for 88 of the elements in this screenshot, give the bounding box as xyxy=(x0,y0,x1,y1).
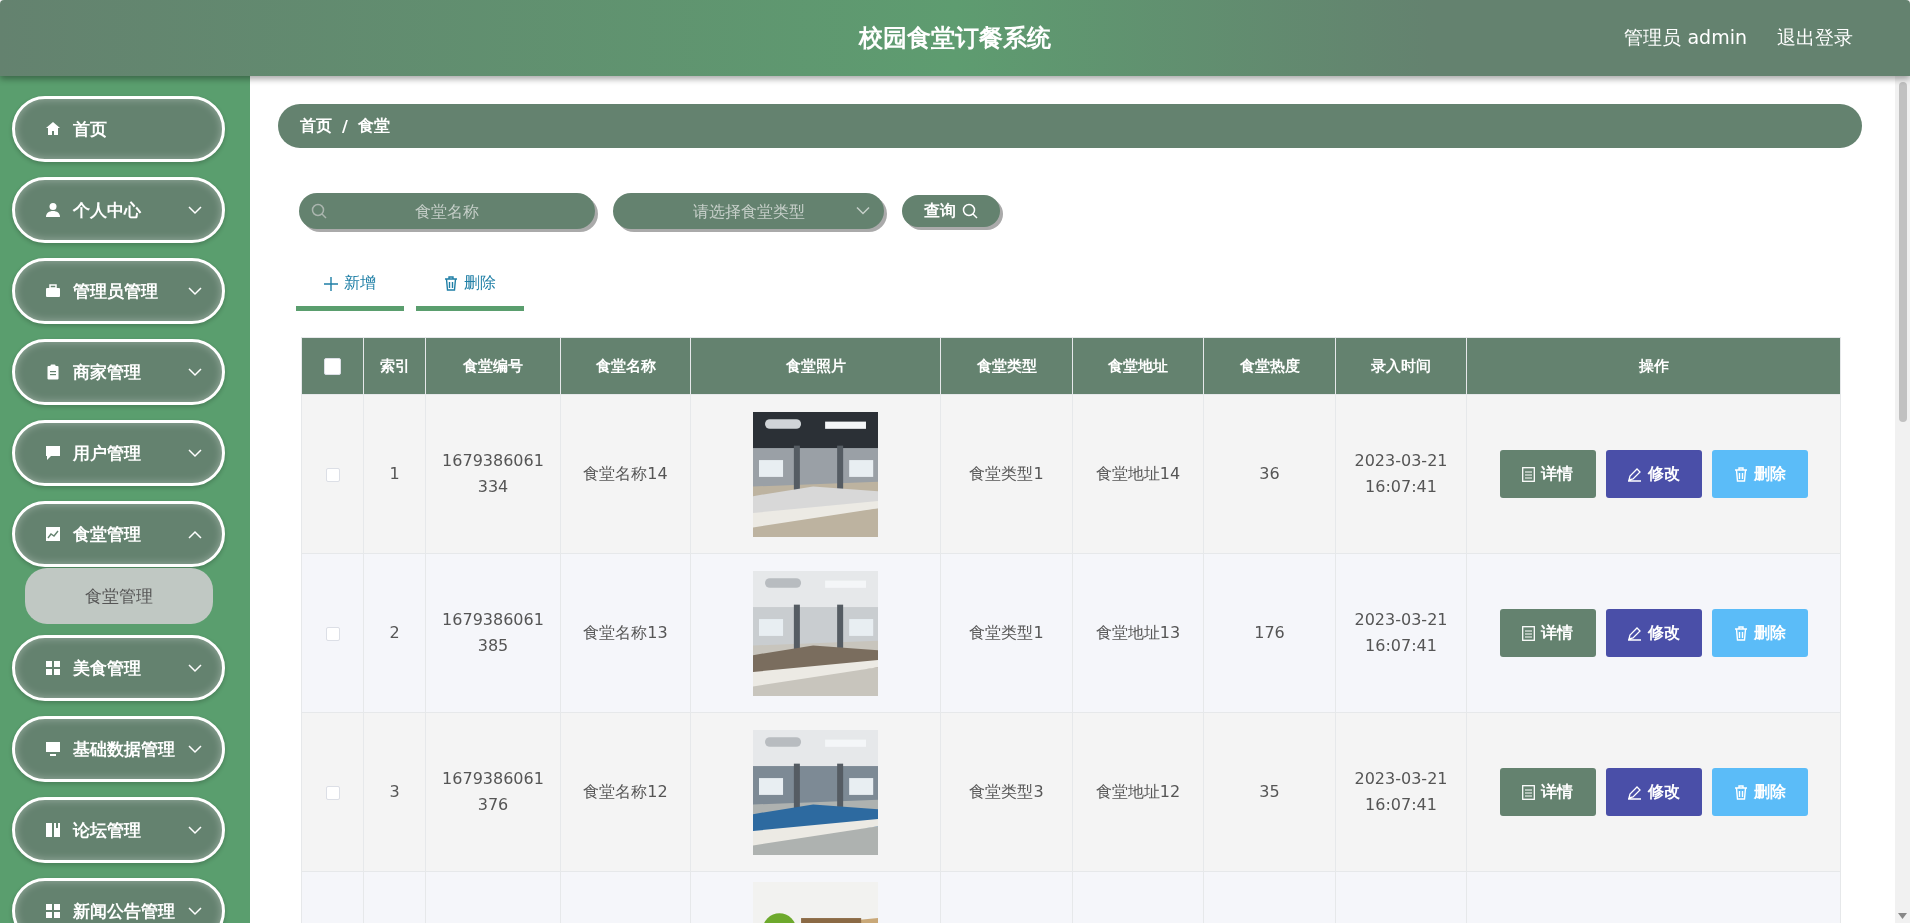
document-icon xyxy=(1522,466,1535,482)
table-cell: 2 xyxy=(389,623,400,642)
pencil-icon xyxy=(1627,784,1642,800)
column-header: 食堂照片 xyxy=(690,337,941,395)
menu-item[interactable]: 基础数据管理 xyxy=(12,716,225,782)
app-title: 校园食堂订餐系统 xyxy=(859,24,1051,52)
scrollbar-thumb[interactable] xyxy=(1898,82,1907,422)
chart-icon xyxy=(45,526,61,542)
home-icon xyxy=(45,121,61,137)
search-icon xyxy=(311,203,327,219)
table-cell: 食堂地址13 xyxy=(1095,623,1181,642)
edit-button[interactable]: 修改 xyxy=(1605,450,1702,498)
clipboard-icon xyxy=(45,364,61,380)
briefcase-icon xyxy=(45,283,61,299)
trash-icon xyxy=(1733,466,1748,482)
book-icon xyxy=(45,822,61,838)
table-cell: 1679386061334 xyxy=(442,451,544,496)
column-header: 食堂热度 xyxy=(1203,337,1336,395)
table-cell: 食堂地址14 xyxy=(1095,464,1181,483)
table-cell: 食堂地址12 xyxy=(1095,782,1181,801)
menu-item[interactable]: 用户管理 xyxy=(12,420,225,486)
column-header: 索引 xyxy=(363,337,426,395)
table-cell: 35 xyxy=(1259,782,1280,801)
add-button[interactable]: 新增 xyxy=(296,261,404,311)
delete-button[interactable]: 删除 xyxy=(416,261,524,311)
document-icon xyxy=(1522,784,1535,800)
table-cell: 2023-03-21 16:07:41 xyxy=(1354,610,1448,655)
breadcrumb-link[interactable]: 食堂 xyxy=(357,115,390,137)
menu-item[interactable]: 首页 xyxy=(12,96,225,162)
type-select[interactable]: 请选择食堂类型 xyxy=(613,193,884,229)
monitor-icon xyxy=(45,741,61,757)
edit-button[interactable]: 修改 xyxy=(1605,768,1702,816)
scroll-down-icon[interactable] xyxy=(1898,913,1907,919)
column-header: 食堂类型 xyxy=(940,337,1073,395)
column-header: 录入时间 xyxy=(1335,337,1467,395)
table-cell: 176 xyxy=(1254,623,1285,642)
row-checkbox[interactable] xyxy=(325,626,340,641)
table-cell: 食堂名称14 xyxy=(583,464,668,483)
select-all-checkbox[interactable] xyxy=(324,358,341,375)
detail-button[interactable]: 详情 xyxy=(1499,768,1596,816)
menu-item[interactable]: 论坛管理 xyxy=(12,797,225,863)
user-icon xyxy=(45,202,61,218)
menu-item[interactable]: 食堂管理 xyxy=(12,501,225,567)
trash-icon xyxy=(1733,784,1748,800)
user-label: 管理员 admin xyxy=(1624,25,1747,50)
breadcrumb-separator: / xyxy=(342,116,348,136)
plus-icon xyxy=(324,276,338,291)
search-icon xyxy=(962,203,978,219)
table-cell: 3 xyxy=(389,782,400,801)
table-cell: 1679386061376 xyxy=(442,769,544,814)
trash-icon xyxy=(444,276,458,291)
column-header: 食堂地址 xyxy=(1072,337,1204,395)
document-icon xyxy=(1522,625,1535,641)
menu-item[interactable]: 管理员管理 xyxy=(12,258,225,324)
edit-button[interactable]: 修改 xyxy=(1605,609,1702,657)
table-cell: 食堂类型1 xyxy=(969,464,1044,483)
menu-item[interactable]: 新闻公告管理 xyxy=(12,878,225,923)
pencil-icon xyxy=(1627,466,1642,482)
table-cell: 食堂类型3 xyxy=(969,782,1044,801)
logout-link[interactable]: 退出登录 xyxy=(1777,25,1853,51)
table-cell: 36 xyxy=(1259,464,1280,483)
query-button[interactable]: 查询 xyxy=(902,195,1000,227)
row-checkbox[interactable] xyxy=(325,467,340,482)
table-cell: 食堂名称12 xyxy=(583,782,668,801)
column-header: 食堂编号 xyxy=(425,337,561,395)
grid-icon xyxy=(45,903,61,919)
menu-item[interactable]: 美食管理 xyxy=(12,635,225,701)
chat-bubble-icon xyxy=(45,445,61,461)
menu-item[interactable]: 个人中心 xyxy=(12,177,225,243)
row-checkbox[interactable] xyxy=(325,785,340,800)
breadcrumb-link[interactable]: 首页 xyxy=(300,115,332,137)
menu-item[interactable]: 商家管理 xyxy=(12,339,225,405)
grid-icon xyxy=(45,660,61,676)
table-cell: 食堂名称13 xyxy=(583,623,668,642)
trash-icon xyxy=(1733,625,1748,641)
table-cell: 食堂类型1 xyxy=(969,623,1044,642)
table-cell: 1 xyxy=(389,464,400,483)
column-header: 操作 xyxy=(1466,337,1841,395)
chevron-down-icon xyxy=(856,206,870,216)
table-cell: 2023-03-21 16:07:41 xyxy=(1354,769,1448,814)
submenu-item[interactable]: 食堂管理 xyxy=(25,568,213,624)
table-cell: 1679386061385 xyxy=(442,610,544,655)
detail-button[interactable]: 详情 xyxy=(1499,609,1596,657)
pencil-icon xyxy=(1627,625,1642,641)
table-cell: 2023-03-21 16:07:41 xyxy=(1354,451,1448,496)
column-header: 食堂名称 xyxy=(560,337,691,395)
detail-button[interactable]: 详情 xyxy=(1499,450,1596,498)
search-field[interactable]: 食堂名称 xyxy=(299,193,595,229)
